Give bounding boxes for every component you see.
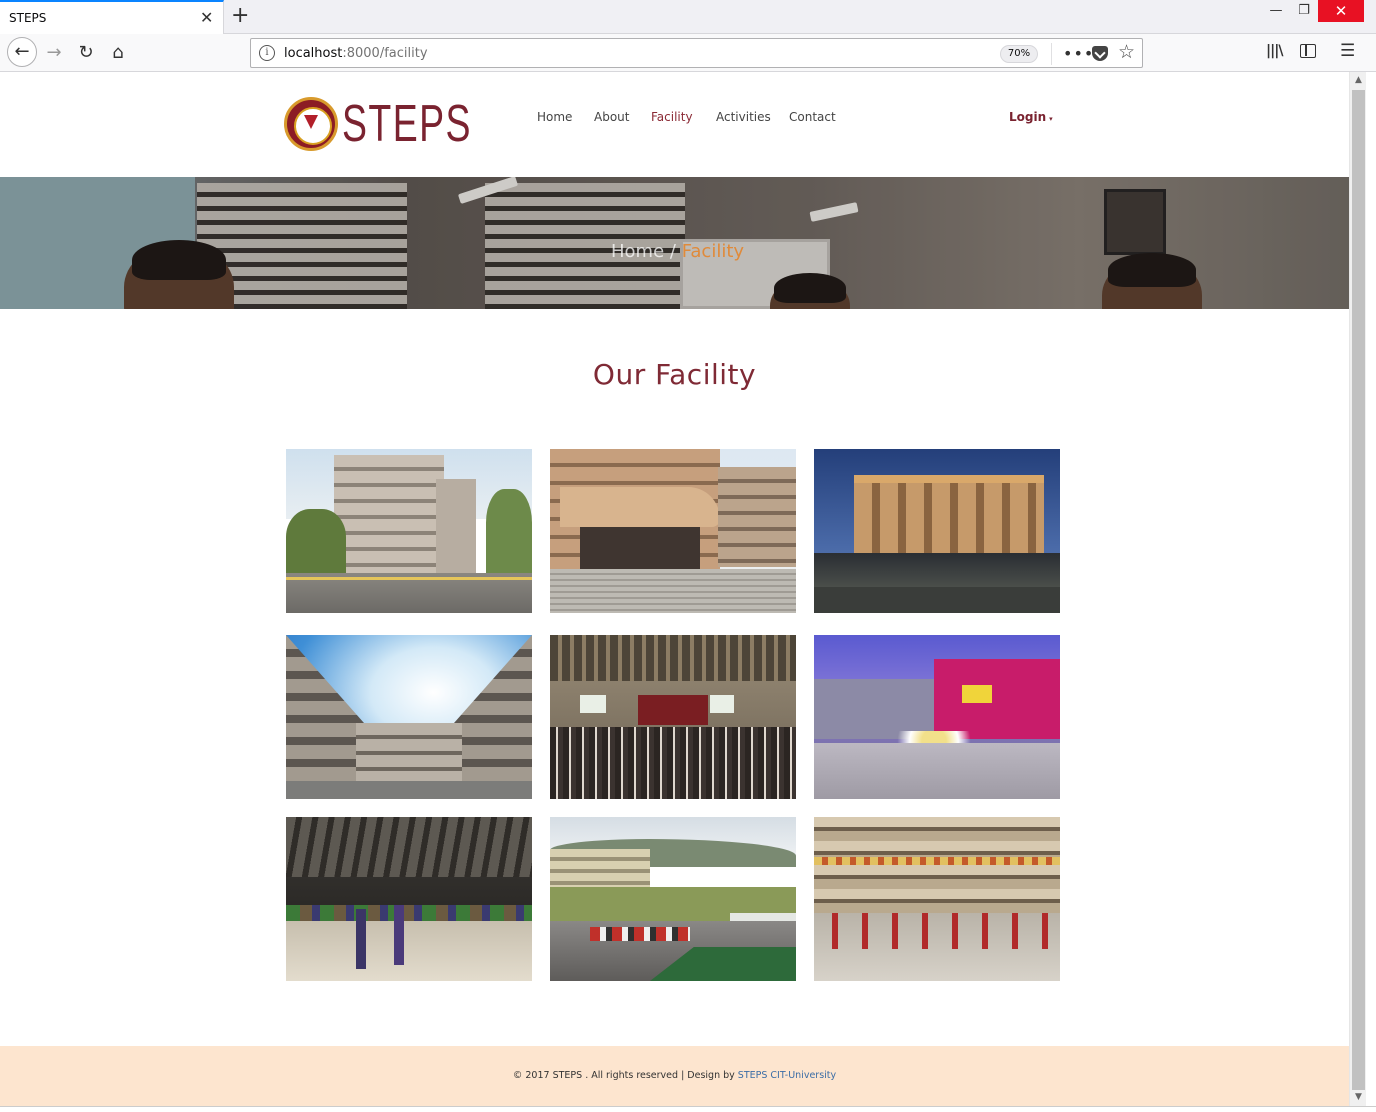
gallery-photo-campus-field[interactable] — [550, 817, 796, 981]
gallery-photo-courtyard-performance[interactable] — [814, 817, 1060, 981]
footer-design-link[interactable]: STEPS CIT-University — [738, 1070, 836, 1081]
url-separator — [1051, 43, 1052, 65]
gallery-photo-building-entrance[interactable] — [550, 449, 796, 613]
close-tab-icon[interactable]: ✕ — [200, 8, 213, 28]
address-bar[interactable]: i localhost:8000/facility 70% ••• ☆ — [250, 38, 1143, 68]
gallery-photo-building-night[interactable] — [814, 449, 1060, 613]
breadcrumb: Home / Facility — [611, 241, 744, 262]
tab-title: STEPS — [9, 11, 47, 25]
caret-down-icon: ▾ — [1049, 115, 1053, 123]
zoom-level-badge[interactable]: 70% — [1000, 45, 1038, 63]
close-window-button[interactable]: ✕ — [1318, 0, 1364, 22]
scrollbar-thumb[interactable] — [1352, 90, 1365, 1090]
footer-copyright: © 2017 STEPS . All rights reserved | Des… — [0, 1070, 1349, 1081]
nav-home-link[interactable]: Home — [537, 110, 572, 124]
gallery-photo-stage-event[interactable] — [814, 635, 1060, 799]
menu-icon[interactable]: ☰ — [1340, 41, 1355, 61]
browser-tab[interactable]: STEPS ✕ — [0, 0, 224, 34]
gallery-photo-campus-street[interactable] — [286, 449, 532, 613]
nav-contact-link[interactable]: Contact — [789, 110, 836, 124]
gallery-photo-courtyard-sky[interactable] — [286, 635, 532, 799]
site-header: STEPS Home About Facility Activities Con… — [0, 72, 1349, 177]
breadcrumb-separator: / — [669, 241, 676, 262]
back-icon[interactable]: ← — [7, 37, 37, 67]
new-tab-icon[interactable]: + — [231, 3, 249, 29]
page-viewport: STEPS Home About Facility Activities Con… — [0, 72, 1349, 1106]
nav-about-link[interactable]: About — [594, 110, 629, 124]
pocket-icon[interactable] — [1092, 46, 1108, 61]
scroll-down-arrow-icon[interactable]: ▼ — [1350, 1089, 1367, 1106]
url-text[interactable]: localhost:8000/facility — [284, 46, 428, 61]
logo-text: STEPS — [342, 95, 472, 153]
login-dropdown[interactable]: Login ▾ — [1009, 110, 1053, 124]
scroll-up-arrow-icon[interactable]: ▲ — [1350, 72, 1367, 89]
page-scrollbar[interactable]: ▲ ▼ — [1349, 72, 1366, 1106]
tab-strip: STEPS ✕ + — ❐ ✕ — [0, 0, 1376, 34]
sidebar-icon[interactable] — [1300, 44, 1316, 58]
home-icon[interactable]: ⌂ — [104, 39, 132, 67]
bookmark-star-icon[interactable]: ☆ — [1118, 41, 1135, 63]
browser-toolbar: ← → ↻ ⌂ i localhost:8000/facility 70% ••… — [0, 34, 1376, 72]
site-footer: © 2017 STEPS . All rights reserved | Des… — [0, 1046, 1349, 1106]
university-seal-icon — [284, 97, 338, 151]
library-icon[interactable]: |||\ — [1266, 43, 1283, 59]
breadcrumb-home-link[interactable]: Home — [611, 241, 664, 262]
window-bottom-edge — [0, 1106, 1376, 1112]
url-path: :8000/facility — [342, 46, 428, 61]
gallery-photo-gymnasium-assembly[interactable] — [550, 635, 796, 799]
hero-banner: Home / Facility — [0, 177, 1349, 309]
breadcrumb-current: Facility — [681, 241, 745, 262]
reload-icon[interactable]: ↻ — [72, 39, 100, 67]
facility-gallery — [286, 449, 1060, 981]
site-logo[interactable]: STEPS — [284, 94, 471, 154]
minimize-window-button[interactable]: — — [1264, 0, 1288, 22]
gallery-photo-volleyball-court[interactable] — [286, 817, 532, 981]
forward-icon[interactable]: → — [40, 39, 68, 67]
restore-window-button[interactable]: ❐ — [1292, 0, 1316, 22]
nav-facility-link[interactable]: Facility — [651, 110, 693, 124]
url-host: localhost — [284, 46, 343, 61]
nav-activities-link[interactable]: Activities — [716, 110, 771, 124]
page-title: Our Facility — [592, 358, 757, 391]
info-icon[interactable]: i — [259, 45, 275, 61]
page-actions-icon[interactable]: ••• — [1063, 44, 1094, 63]
footer-copyright-text: © 2017 STEPS . All rights reserved | Des… — [512, 1070, 738, 1081]
login-label: Login — [1009, 110, 1047, 124]
